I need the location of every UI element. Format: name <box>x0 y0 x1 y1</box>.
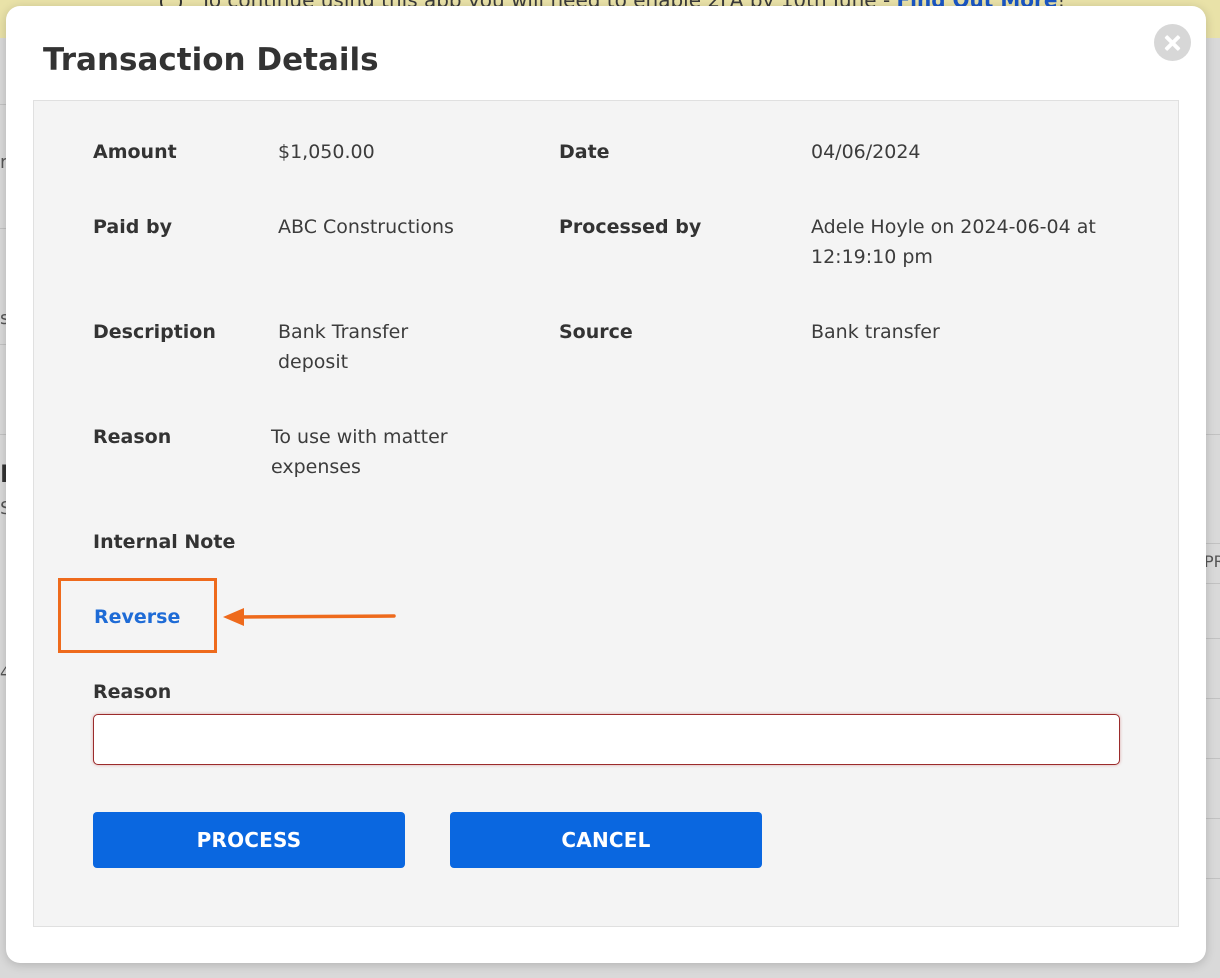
source-value: Bank transfer <box>811 321 940 343</box>
processed-by-value: Adele Hoyle on 2024-06-04 at 12:19:10 pm <box>811 216 1096 268</box>
bg-divider <box>1206 543 1220 544</box>
amount-label: Amount <box>93 141 177 163</box>
bg-divider <box>1206 878 1220 879</box>
bg-divider <box>1206 758 1220 759</box>
details-panel: Amount $1,050.00 Date 04/06/2024 Paid by… <box>33 100 1179 927</box>
bg-divider <box>1206 638 1220 639</box>
paid-by-value: ABC Constructions <box>278 216 454 238</box>
annotation-arrow-icon <box>223 608 396 626</box>
processed-by-label: Processed by <box>559 216 702 238</box>
bg-divider <box>1206 818 1220 819</box>
bg-divider <box>1206 434 1220 435</box>
transaction-details-modal: Transaction Details Amount $1,050.00 Dat… <box>6 6 1206 963</box>
bg-fragment: PR <box>1204 552 1220 571</box>
bg-divider <box>1206 698 1220 699</box>
paid-by-label: Paid by <box>93 216 172 238</box>
bg-divider <box>1206 583 1220 584</box>
process-button[interactable]: PROCESS <box>93 812 405 868</box>
reverse-reason-label: Reason <box>93 681 172 703</box>
amount-value: $1,050.00 <box>278 141 375 163</box>
source-label: Source <box>559 321 633 343</box>
date-value: 04/06/2024 <box>811 141 921 163</box>
reason-value: To use with matter expenses <box>271 426 448 478</box>
modal-title: Transaction Details <box>43 42 379 78</box>
annotation-highlight-box <box>58 578 217 653</box>
reason-label: Reason <box>93 426 172 448</box>
close-icon[interactable] <box>1154 24 1191 61</box>
reverse-reason-input[interactable] <box>93 714 1120 765</box>
internal-note-label: Internal Note <box>93 531 236 553</box>
cancel-button[interactable]: CANCEL <box>450 812 762 868</box>
date-label: Date <box>559 141 610 163</box>
description-value: Bank Transfer deposit <box>278 321 409 373</box>
description-label: Description <box>93 321 216 343</box>
